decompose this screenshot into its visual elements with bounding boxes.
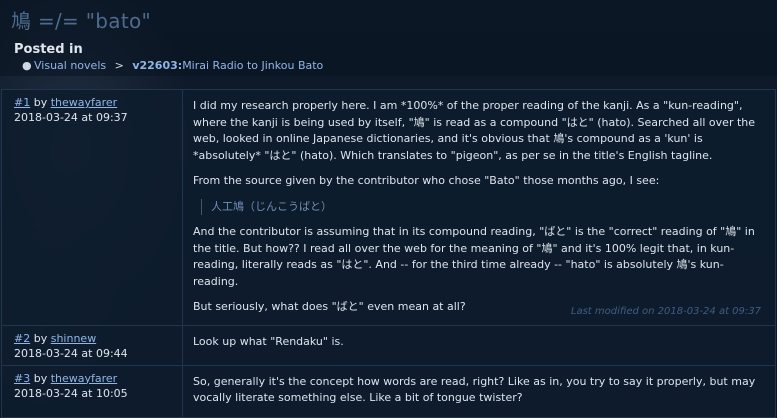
post-paragraph: And the contributor is assuming that in … [193, 225, 755, 288]
quote-block: 人工鳩（じんこうばと） [201, 198, 765, 215]
post-body: Look up what "Rendaku" is. [182, 324, 776, 366]
by-label: by [33, 331, 48, 345]
post-date: 2018-03-24 at 10:05 [14, 386, 128, 400]
post-paragraph: Look up what "Rendaku" is. [193, 334, 344, 348]
vn-id-link[interactable]: v22603 [132, 59, 177, 72]
post-row: #1 by thewayfarer 2018-03-24 at 09:37 I … [1, 89, 776, 326]
post-date: 2018-03-24 at 09:44 [14, 346, 128, 360]
username-link[interactable]: thewayfarer [51, 96, 117, 109]
post-body: So, generally it's the concept how words… [182, 364, 776, 418]
by-label: by [33, 96, 48, 109]
by-label: by [33, 371, 48, 385]
bullet-icon: ● [22, 59, 32, 72]
breadcrumb: ● Visual novels > v22603:Mirai Radio to … [22, 59, 324, 72]
vn-title-link[interactable]: Mirai Radio to Jinkou Bato [182, 59, 323, 72]
page-header: 鳩 =/= "bato" Posted in ● Visual novels >… [0, 0, 777, 76]
post-number-link[interactable]: #2 [14, 332, 30, 345]
posted-in-heading: Posted in [14, 42, 83, 57]
thread-title: 鳩 =/= "bato" [11, 9, 151, 33]
post-row: #2 by shinnew 2018-03-24 at 09:44 Look u… [1, 324, 776, 366]
category-link[interactable]: Visual novels [34, 59, 106, 72]
breadcrumb-separator: > [114, 59, 124, 72]
post-paragraph: I did my research properly here. I am *1… [193, 99, 756, 162]
post-row: #3 by thewayfarer 2018-03-24 at 10:05 So… [1, 364, 776, 418]
post-meta: #1 by thewayfarer 2018-03-24 at 09:37 [1, 89, 183, 326]
last-modified-note: Last modified on 2018-03-24 at 09:37 [570, 306, 761, 317]
post-meta: #3 by thewayfarer 2018-03-24 at 10:05 [1, 364, 183, 418]
post-paragraph: So, generally it's the concept how words… [193, 374, 756, 405]
post-number-link[interactable]: #3 [14, 372, 30, 385]
post-date: 2018-03-24 at 09:37 [14, 111, 128, 124]
username-link[interactable]: shinnew [51, 332, 96, 345]
post-paragraph: From the source given by the contributor… [193, 174, 660, 187]
post-meta: #2 by shinnew 2018-03-24 at 09:44 [1, 324, 183, 366]
username-link[interactable]: thewayfarer [51, 372, 117, 385]
post-body: I did my research properly here. I am *1… [182, 89, 776, 326]
post-number-link[interactable]: #1 [14, 96, 30, 109]
posts-table: #1 by thewayfarer 2018-03-24 at 09:37 I … [1, 89, 776, 418]
